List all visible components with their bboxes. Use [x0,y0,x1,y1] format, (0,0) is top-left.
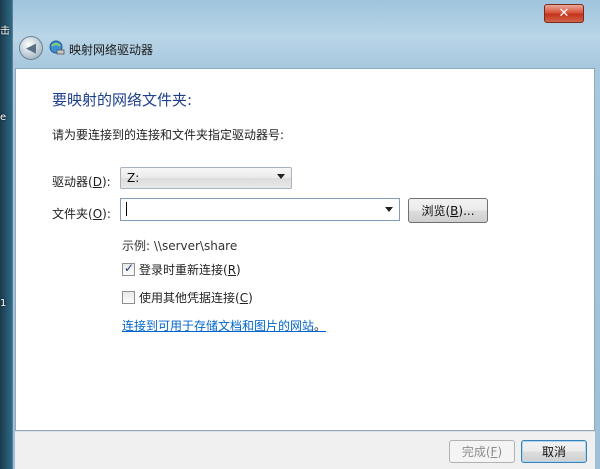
close-icon: ✕ [558,6,570,21]
drive-label-key: D [92,175,102,189]
reconnect-label-suffix: ) [236,262,241,277]
chevron-down-icon [277,174,285,179]
finish-button[interactable]: 完成(F) [449,440,515,463]
folder-label: 文件夹(O): [52,205,111,222]
desktop-background: 击 e 1 [0,0,12,469]
connect-website-link-text[interactable]: 连接到可用于存储文档和图片的网站 [122,319,314,333]
network-drive-icon [49,40,65,55]
browse-label-suffix: )... [458,203,475,218]
back-arrow-icon: ◀ [26,40,36,56]
link-period: 。 [314,319,327,333]
reconnect-option[interactable]: ✓ 登录时重新连接(R) [122,261,241,278]
back-button[interactable]: ◀ [19,36,43,60]
reconnect-label: 登录时重新连接( [139,263,228,277]
desktop-icon-label: 1 [0,298,7,309]
browse-button[interactable]: 浏览(B)... [408,198,488,223]
other-credentials-label-key: C [239,290,249,305]
text-caret [126,202,127,216]
example-path: 示例: \\server\share [122,239,238,253]
folder-label-suffix: ): [102,207,111,221]
drive-label-text: 驱动器( [52,175,93,189]
reconnect-checkbox[interactable]: ✓ [122,261,135,276]
dialog-footer: 完成(F) 取消 [15,431,595,469]
finish-label: 完成( [461,445,491,459]
drive-select-value: Z: [127,171,140,185]
cancel-button[interactable]: 取消 [521,440,587,463]
desktop-icon-label: 击 [0,26,10,37]
close-button[interactable]: ✕ [544,4,584,23]
drive-select[interactable]: Z: [120,167,292,189]
finish-label-suffix: ) [497,444,503,459]
finish-label-key: F [490,444,498,459]
instruction-text: 请为要连接到的连接和文件夹指定驱动器号: [52,128,285,142]
window-title: 映射网络驱动器 [69,43,154,57]
other-credentials-option[interactable]: 使用其他凭据连接(C) [122,289,253,306]
reconnect-label-key: R [227,262,237,277]
connect-website-link[interactable]: 连接到可用于存储文档和图片的网站。 [122,317,326,334]
folder-label-text: 文件夹( [52,207,93,221]
browse-label-key: B [450,203,459,218]
folder-label-key: O [92,207,103,221]
checkmark-icon: ✓ [124,261,135,275]
desktop-icon-label: e [0,112,7,123]
drive-label: 驱动器(D): [52,173,111,190]
other-credentials-checkbox[interactable] [122,291,135,304]
title-bar: ◀ 映射网络驱动器 [13,30,600,64]
dialog-content: 要映射的网络文件夹: 请为要连接到的连接和文件夹指定驱动器号: 驱动器(D): … [15,68,595,431]
chevron-down-icon[interactable] [385,207,393,212]
other-credentials-label: 使用其他凭据连接( [139,291,240,305]
drive-label-suffix: ): [101,175,111,189]
folder-input[interactable] [120,198,400,221]
other-credentials-label-suffix: ) [248,290,253,305]
map-network-drive-window: ✕ ◀ 映射网络驱动器 要映射的网络文件夹: 请为要连接到的连接和文件夹指定驱动… [12,0,600,469]
browse-label: 浏览( [421,204,451,218]
page-title: 要映射的网络文件夹: [52,91,193,109]
